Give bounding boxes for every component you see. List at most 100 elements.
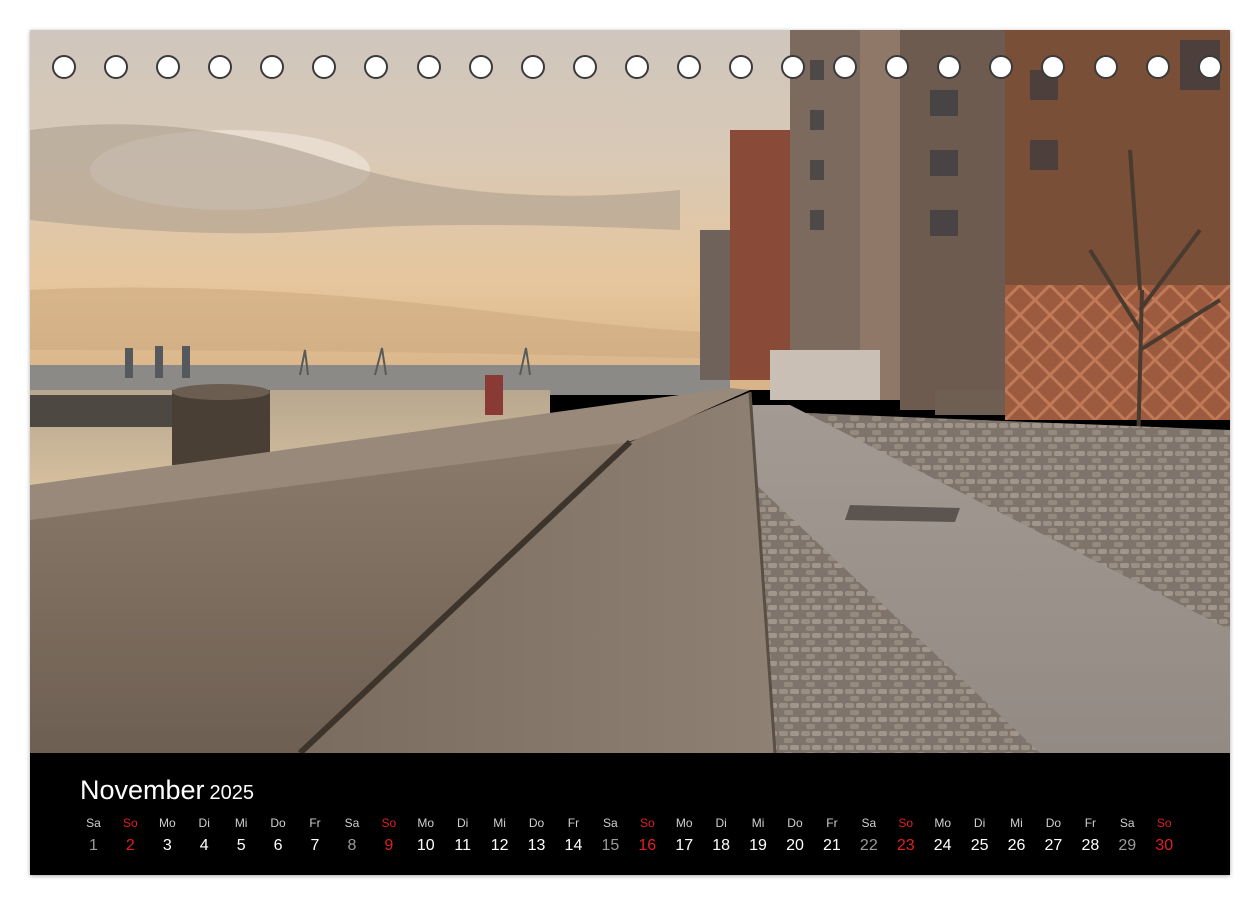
weekday-label: Di: [973, 816, 986, 830]
binding-hole: [208, 55, 233, 79]
day-number: 14: [564, 837, 583, 854]
weekday-label: Mi: [751, 816, 765, 830]
day-number: 1: [89, 837, 98, 854]
weekday-label: Sa: [1119, 816, 1135, 830]
weekday-label: Sa: [344, 816, 360, 830]
day-number: 12: [490, 837, 509, 854]
day-cell: Sa 15: [592, 815, 629, 865]
weekday-label: Mo: [934, 816, 951, 830]
weekday-label: Fr: [826, 816, 838, 830]
day-number: 5: [236, 837, 246, 854]
weekday-label: Fr: [1084, 816, 1097, 830]
day-cell: Sa 8: [333, 815, 370, 865]
day-number: 28: [1081, 837, 1100, 854]
day-number: 27: [1044, 837, 1063, 854]
day-number: 30: [1155, 837, 1174, 854]
weekday-label: Do: [528, 816, 545, 830]
weekday-label: Sa: [603, 816, 618, 830]
day-cell: Di 18: [703, 815, 740, 865]
weekday-label: Do: [787, 816, 803, 830]
binding-hole: [1093, 55, 1118, 79]
day-number: 24: [933, 837, 952, 854]
day-number: 16: [638, 837, 657, 854]
weekday-label: Di: [715, 816, 727, 830]
weekday-label: So: [639, 816, 655, 830]
weekday-label: Mi: [1010, 816, 1023, 830]
day-cell: Mo 3: [149, 815, 186, 865]
day-cell: Mo 10: [407, 815, 444, 865]
day-cell: Sa 22: [850, 815, 887, 865]
day-number: 9: [384, 837, 394, 854]
month-name: November: [80, 775, 205, 805]
day-number: 3: [162, 837, 172, 854]
binding-hole: [676, 55, 701, 79]
weekday-label: Do: [270, 816, 286, 830]
binding-hole: [416, 55, 441, 79]
day-number: 11: [454, 837, 471, 854]
binding-hole: [624, 55, 649, 79]
day-cell: Mi 12: [481, 815, 518, 865]
day-cell: So 30: [1146, 815, 1183, 865]
binding-hole: [989, 55, 1014, 79]
day-cell: Mo 24: [924, 815, 961, 865]
month-title: November 2025: [80, 775, 254, 806]
day-number: 17: [675, 837, 694, 854]
day-number: 2: [125, 837, 135, 854]
weekday-label: Fr: [309, 816, 321, 830]
binding-hole: [104, 55, 129, 79]
day-number: 26: [1007, 837, 1026, 854]
day-number: 10: [416, 837, 435, 854]
day-number: 4: [199, 837, 209, 854]
day-number: 6: [273, 837, 283, 854]
year-label: 2025: [209, 782, 255, 804]
day-cell: Do 27: [1035, 815, 1072, 865]
day-number: 7: [310, 837, 320, 854]
day-number: 8: [347, 837, 357, 854]
day-cell: Sa 29: [1109, 815, 1146, 865]
day-number: 19: [749, 837, 767, 854]
binding-hole: [781, 55, 806, 79]
weekday-label: Sa: [86, 816, 101, 830]
weekday-label: Di: [457, 816, 469, 830]
binding-hole: [260, 55, 285, 79]
day-cell: Fr 7: [297, 815, 334, 865]
weekday-label: So: [123, 816, 138, 830]
weekday-label: So: [1156, 816, 1172, 830]
day-cell: Mi 26: [998, 815, 1035, 865]
harbor-promenade-photo: [30, 30, 1230, 753]
binding-holes: [52, 55, 1222, 79]
day-cell: Fr 14: [555, 815, 592, 865]
weekday-label: Di: [198, 816, 210, 830]
binding-hole: [729, 55, 754, 79]
day-number: 22: [859, 837, 878, 854]
binding-hole: [1145, 55, 1170, 79]
day-number: 13: [527, 837, 546, 854]
day-number: 15: [601, 837, 620, 854]
day-cell: So 23: [887, 815, 924, 865]
weekday-label: Mi: [493, 816, 506, 830]
day-number: 21: [823, 837, 841, 854]
binding-hole: [572, 55, 597, 79]
day-cell: Fr 21: [813, 815, 850, 865]
binding-hole: [156, 55, 181, 79]
binding-hole: [468, 55, 493, 79]
day-cell: Do 20: [777, 815, 814, 865]
weekday-label: Mo: [675, 816, 693, 830]
weekday-label: So: [381, 816, 397, 830]
day-cell: Do 6: [260, 815, 297, 865]
day-number: 29: [1118, 837, 1137, 854]
day-number: 18: [712, 837, 731, 854]
day-cell: Di 4: [186, 815, 223, 865]
binding-hole: [312, 55, 337, 79]
calendar-band: November 2025 Sa 1 So 2 Mo 3 Di 4 Mi 5 Do 6 Fr 7 Sa 8 So 9…: [30, 753, 1230, 875]
day-cell: Mi 5: [223, 815, 260, 865]
day-cell: So 9: [370, 815, 407, 865]
day-number: 20: [786, 837, 804, 854]
day-cell: Sa 1: [75, 815, 112, 865]
binding-hole: [885, 55, 910, 79]
day-cell: Di 11: [444, 815, 481, 865]
weekday-label: Do: [1045, 816, 1062, 830]
weekday-label: Fr: [567, 816, 580, 830]
weekday-label: Mi: [234, 816, 248, 830]
binding-hole: [1041, 55, 1066, 79]
